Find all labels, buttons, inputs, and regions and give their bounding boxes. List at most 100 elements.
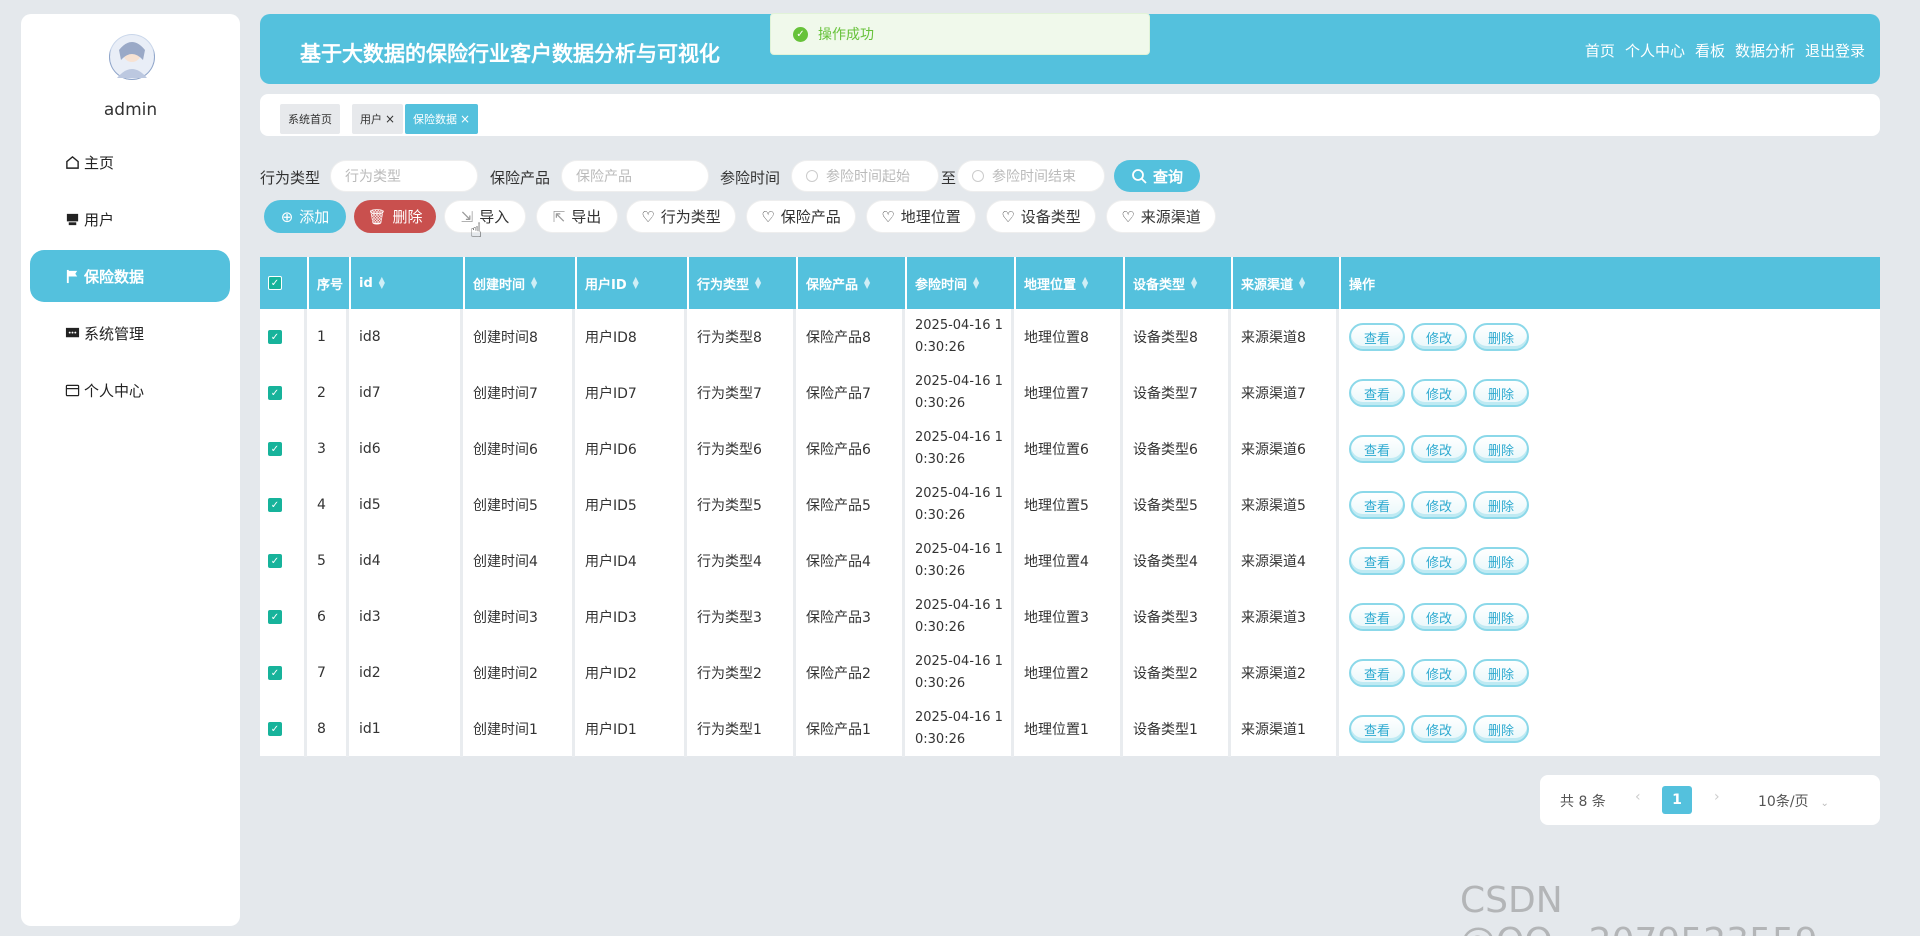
- cell-ops: 查看 修改 删除: [1341, 477, 1880, 533]
- edit-button[interactable]: 修改: [1411, 715, 1467, 743]
- edit-button[interactable]: 修改: [1411, 491, 1467, 519]
- pagination: 共 8 条 ‹ 1 › 10条/页 ⌄: [1540, 775, 1880, 825]
- column-header-behavior[interactable]: 行为类型 ▲ ▼: [689, 257, 796, 309]
- column-header-userid[interactable]: 用户ID ▲ ▼: [577, 257, 687, 309]
- header-link-board[interactable]: 看板: [1695, 40, 1725, 61]
- delete-row-button[interactable]: 删除: [1473, 379, 1529, 407]
- delete-row-button[interactable]: 删除: [1473, 491, 1529, 519]
- page-number[interactable]: 1: [1662, 786, 1692, 814]
- row-checkbox[interactable]: ✓: [268, 386, 282, 400]
- close-icon[interactable]: ×: [460, 112, 470, 126]
- chart-device-button[interactable]: ♡ 设备类型: [986, 200, 1096, 233]
- edit-button[interactable]: 修改: [1411, 659, 1467, 687]
- edit-button[interactable]: 修改: [1411, 379, 1467, 407]
- edit-button[interactable]: 修改: [1411, 547, 1467, 575]
- tab-system-home[interactable]: 系统首页: [280, 104, 340, 134]
- sidebar-item-profile[interactable]: 个人中心: [30, 364, 230, 416]
- row-checkbox[interactable]: ✓: [268, 666, 282, 680]
- view-button[interactable]: 查看: [1349, 603, 1405, 631]
- column-header-location[interactable]: 地理位置 ▲ ▼: [1016, 257, 1123, 309]
- header-link-logout[interactable]: 退出登录: [1805, 40, 1865, 61]
- sidebar-item-user[interactable]: 用户: [30, 193, 230, 245]
- behavior-input[interactable]: 行为类型: [330, 160, 478, 192]
- view-button[interactable]: 查看: [1349, 379, 1405, 407]
- tab-insurance-data[interactable]: 保险数据 ×: [405, 104, 479, 134]
- sort-icon[interactable]: ▲ ▼: [633, 276, 639, 290]
- product-input[interactable]: 保险产品: [561, 160, 709, 192]
- delete-row-button[interactable]: 删除: [1473, 715, 1529, 743]
- cell-check[interactable]: ✓: [260, 645, 307, 701]
- page-size-select[interactable]: 10条/页 ⌄: [1758, 791, 1829, 811]
- row-checkbox[interactable]: ✓: [268, 330, 282, 344]
- sidebar-item-home[interactable]: 主页: [30, 136, 230, 188]
- cell-check[interactable]: ✓: [260, 701, 307, 757]
- row-checkbox[interactable]: ✓: [268, 554, 282, 568]
- chart-behavior-button[interactable]: ♡ 行为类型: [626, 200, 736, 233]
- view-button[interactable]: 查看: [1349, 659, 1405, 687]
- row-checkbox[interactable]: ✓: [268, 610, 282, 624]
- chart-location-button[interactable]: ♡ 地理位置: [866, 200, 976, 233]
- row-checkbox[interactable]: ✓: [268, 722, 282, 736]
- tab-user[interactable]: 用户 ×: [352, 104, 404, 134]
- next-page-icon[interactable]: ›: [1714, 789, 1720, 805]
- cell-check[interactable]: ✓: [260, 421, 307, 477]
- sort-icon[interactable]: ▲ ▼: [973, 276, 979, 290]
- row-checkbox[interactable]: ✓: [268, 498, 282, 512]
- cell-check[interactable]: ✓: [260, 533, 307, 589]
- cell-device: 设备类型1: [1125, 701, 1231, 757]
- column-header-channel[interactable]: 来源渠道 ▲ ▼: [1233, 257, 1339, 309]
- delete-row-button[interactable]: 删除: [1473, 659, 1529, 687]
- sort-icon[interactable]: ▲ ▼: [1191, 276, 1197, 290]
- sort-icon[interactable]: ▲ ▼: [864, 276, 870, 290]
- export-button[interactable]: ⇱ 导出: [536, 200, 618, 233]
- sidebar-item-system[interactable]: 系统管理: [30, 307, 230, 359]
- query-button[interactable]: 查询: [1114, 160, 1200, 192]
- time-start-input[interactable]: 参险时间起始: [791, 160, 939, 192]
- column-header-created[interactable]: 创建时间 ▲ ▼: [465, 257, 575, 309]
- edit-button[interactable]: 修改: [1411, 323, 1467, 351]
- edit-button[interactable]: 修改: [1411, 435, 1467, 463]
- time-end-input[interactable]: 参险时间结束: [957, 160, 1105, 192]
- column-header-product[interactable]: 保险产品 ▲ ▼: [798, 257, 905, 309]
- column-header-device[interactable]: 设备类型 ▲ ▼: [1125, 257, 1231, 309]
- avatar[interactable]: [109, 34, 155, 80]
- delete-row-button[interactable]: 删除: [1473, 603, 1529, 631]
- header-link-analysis[interactable]: 数据分析: [1735, 40, 1795, 61]
- cell-check[interactable]: ✓: [260, 309, 307, 365]
- sort-icon[interactable]: ▲ ▼: [1299, 276, 1305, 290]
- cell-channel: 来源渠道2: [1233, 645, 1339, 701]
- delete-row-button[interactable]: 删除: [1473, 547, 1529, 575]
- prev-page-icon[interactable]: ‹: [1635, 789, 1641, 805]
- chart-product-button[interactable]: ♡ 保险产品: [746, 200, 856, 233]
- cell-check[interactable]: ✓: [260, 477, 307, 533]
- view-button[interactable]: 查看: [1349, 547, 1405, 575]
- chart-channel-button[interactable]: ♡ 来源渠道: [1106, 200, 1216, 233]
- view-button[interactable]: 查看: [1349, 491, 1405, 519]
- delete-button[interactable]: 🗑 删除: [354, 200, 436, 233]
- cell-time: 2025-04-16 10:30:26: [907, 477, 1014, 533]
- cell-check[interactable]: ✓: [260, 365, 307, 421]
- sort-icon[interactable]: ▲ ▼: [531, 276, 537, 290]
- delete-row-button[interactable]: 删除: [1473, 435, 1529, 463]
- sort-icon[interactable]: ▲ ▼: [379, 276, 385, 290]
- cell-check[interactable]: ✓: [260, 589, 307, 645]
- row-checkbox[interactable]: ✓: [268, 442, 282, 456]
- column-header-check[interactable]: ✓: [260, 257, 307, 309]
- sort-icon[interactable]: ▲ ▼: [1082, 276, 1088, 290]
- column-header-id[interactable]: id ▲ ▼: [351, 257, 463, 309]
- delete-row-button[interactable]: 删除: [1473, 323, 1529, 351]
- header-link-home[interactable]: 首页: [1585, 40, 1615, 61]
- select-all-checkbox[interactable]: ✓: [268, 276, 282, 290]
- sidebar-item-insurance-data[interactable]: 保险数据: [30, 250, 230, 302]
- view-button[interactable]: 查看: [1349, 435, 1405, 463]
- column-header-time[interactable]: 参险时间 ▲ ▼: [907, 257, 1014, 309]
- sort-icon[interactable]: ▲ ▼: [755, 276, 761, 290]
- header-link-profile[interactable]: 个人中心: [1625, 40, 1685, 61]
- close-icon[interactable]: ×: [385, 112, 395, 126]
- view-button[interactable]: 查看: [1349, 715, 1405, 743]
- edit-button[interactable]: 修改: [1411, 603, 1467, 631]
- add-button[interactable]: ⊕ 添加: [264, 200, 346, 233]
- import-button[interactable]: ⇲ 导入: [444, 200, 526, 233]
- cell-location: 地理位置5: [1016, 477, 1123, 533]
- view-button[interactable]: 查看: [1349, 323, 1405, 351]
